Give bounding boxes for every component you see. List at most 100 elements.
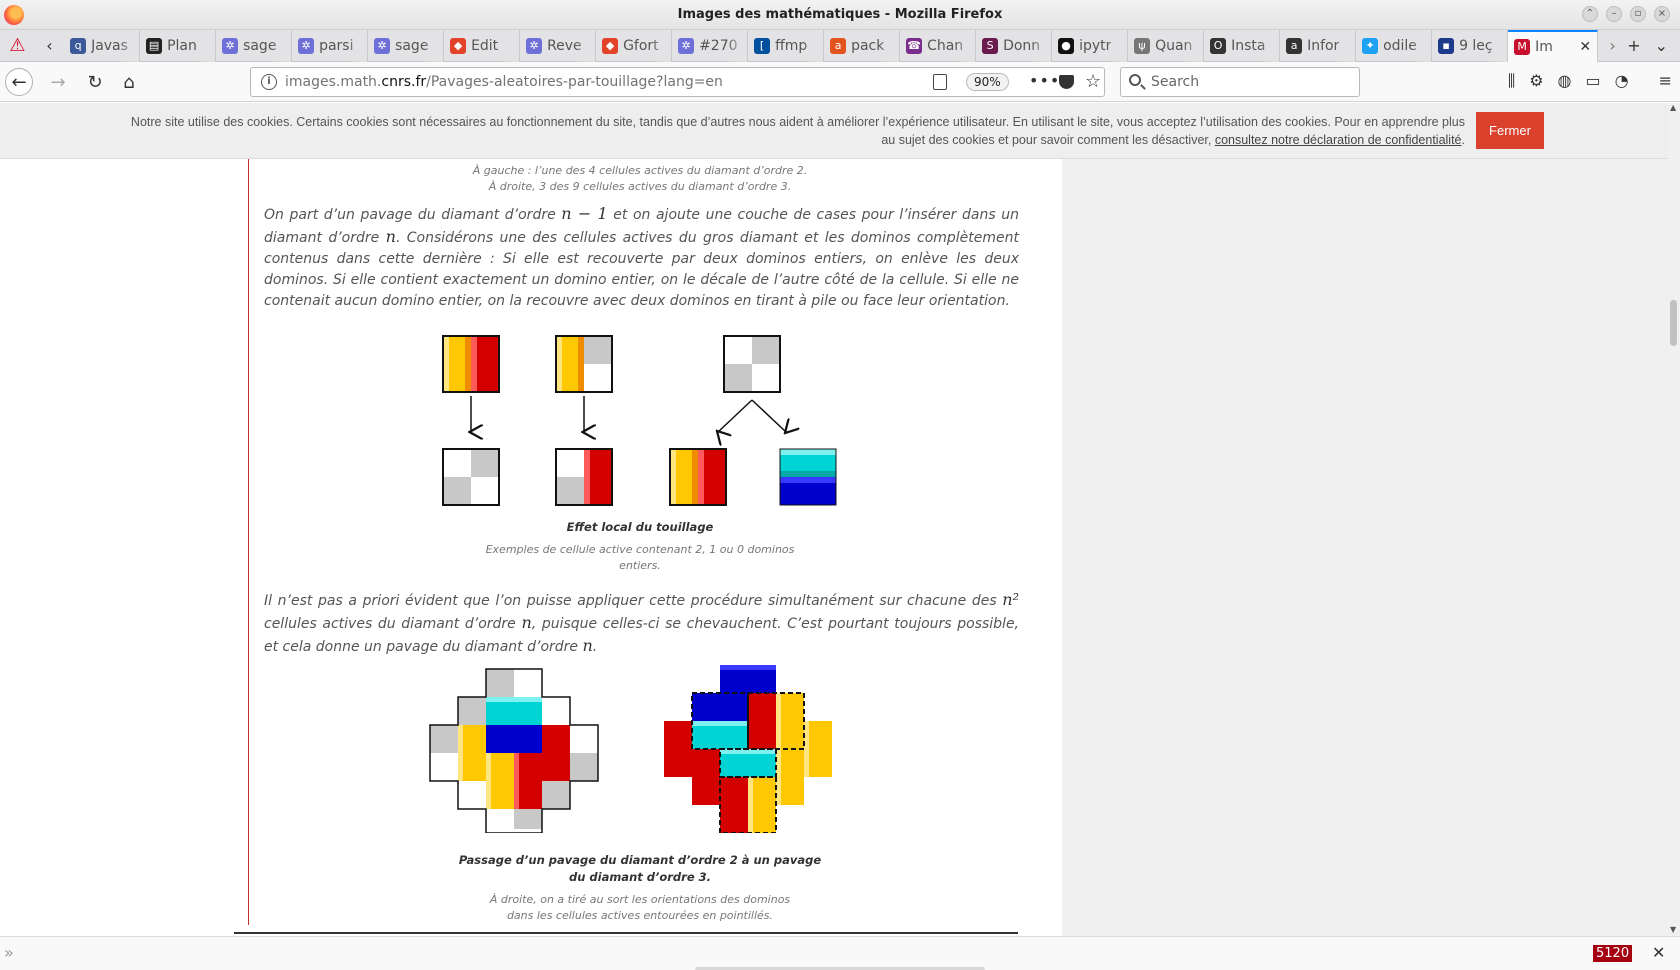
counter-badge: 5120: [1593, 945, 1633, 962]
fork-icon: ψ: [1134, 37, 1151, 54]
hamburger-menu-icon[interactable]: ≡: [1659, 71, 1672, 91]
new-tab-button[interactable]: +: [1627, 36, 1640, 55]
news-icon: ▪: [1438, 37, 1455, 54]
sage-icon: ✲: [222, 37, 239, 54]
zoom-indicator[interactable]: 90%: [966, 73, 1009, 91]
github-icon: ●: [1058, 37, 1075, 54]
scroll-up-arrow-icon[interactable]: ▲: [1670, 103, 1676, 112]
navigation-toolbar: ← → ↻ ⌂ i images.math.cnrs.fr/Pavages-al…: [0, 62, 1680, 102]
cookie-text-line-1: Notre site utilise des cookies. Certains…: [130, 115, 1465, 129]
browser-tab[interactable]: q Javas: [64, 29, 141, 62]
aa-icon: a: [1286, 37, 1303, 54]
close-tab-icon[interactable]: ✕: [1579, 39, 1591, 55]
math-n: n: [582, 636, 593, 655]
o-icon: O: [1210, 37, 1227, 54]
browser-tab[interactable]: ✲ Reve: [520, 29, 597, 62]
tab-label: Plan: [167, 37, 197, 54]
browser-tab[interactable]: ✲ sage: [368, 29, 445, 62]
sidebar-icon[interactable]: ▭: [1586, 71, 1601, 91]
forward-button[interactable]: →: [44, 68, 72, 96]
browser-tab[interactable]: [ffmp: [748, 29, 825, 62]
browser-tab[interactable]: ✲ parsi: [292, 29, 369, 62]
double-chevron-icon[interactable]: »: [4, 943, 14, 962]
sage-icon: ✲: [374, 37, 391, 54]
close-bar-icon[interactable]: ✕: [1652, 943, 1665, 962]
browser-tab[interactable]: ✦ odile: [1356, 29, 1433, 62]
search-box[interactable]: [1120, 67, 1360, 97]
browser-tab[interactable]: a Infor: [1280, 29, 1357, 62]
tab-strip: ⚠ ‹ q Javas ▤ Plan ✲ sage ✲ parsi ✲ sage ◆ Edit ✲ Rev…: [0, 29, 1680, 62]
close-window-button[interactable]: ×: [1654, 6, 1670, 22]
gitlab-icon: ◆: [602, 37, 619, 54]
scroll-up-icon[interactable]: ⌃: [1582, 6, 1598, 22]
tab-label: Chan: [927, 37, 964, 54]
browser-tab[interactable]: ψ Quan: [1128, 29, 1205, 62]
result-empty-cell: [442, 448, 500, 506]
privacy-policy-link[interactable]: consultez notre déclaration de confident…: [1215, 133, 1462, 147]
paragraph-2: Il n’est pas a priori évident que l’on p…: [264, 590, 1020, 655]
browser-tab[interactable]: ▪ 9 leç: [1432, 29, 1509, 62]
browser-tab[interactable]: ● ipytr: [1052, 29, 1129, 62]
paragraph-1: On part d’un pavage du diamant d’ordre n…: [264, 204, 1019, 309]
search-input[interactable]: [1151, 73, 1351, 91]
page-content: À gauche : l’une des 4 cellules actives …: [0, 159, 1668, 936]
scroll-down-arrow-icon[interactable]: ▼: [1670, 925, 1676, 934]
back-button[interactable]: ←: [5, 68, 33, 96]
url-text[interactable]: images.math.cnrs.fr/Pavages-aleatoires-p…: [285, 74, 723, 90]
browser-tab[interactable]: ✲ sage: [216, 29, 293, 62]
tab-label: Im: [1535, 38, 1553, 55]
window-controls: ⌃ – ▫ ×: [1582, 6, 1670, 22]
idm-icon: M: [1514, 38, 1531, 55]
cookie-text: Notre site utilise des cookies. Certains…: [120, 113, 1465, 149]
diamond-order-3: [664, 665, 832, 833]
figure-2-title: Passage d’un pavage du diamant d’ordre 2…: [458, 853, 822, 884]
pocket-icon[interactable]: [1059, 75, 1074, 89]
browser-tab[interactable]: ◆ Gfort: [596, 29, 673, 62]
home-button[interactable]: ⌂: [115, 68, 143, 96]
close-cookie-button[interactable]: Fermer: [1476, 112, 1544, 149]
phone-icon: ☎: [906, 37, 923, 54]
browser-tab[interactable]: ☎ Chan: [900, 29, 977, 62]
top-figure-caption: À gauche : l’une des 4 cellules actives …: [472, 164, 808, 193]
reader-view-icon[interactable]: [933, 74, 947, 90]
math-n-squared: n²: [1002, 590, 1019, 609]
math-n: n: [521, 613, 532, 632]
url-bar[interactable]: i images.math.cnrs.fr/Pavages-aleatoires…: [250, 67, 1105, 97]
scrollbar-thumb[interactable]: [1670, 300, 1677, 346]
tab-list-chevron-icon[interactable]: ⌄: [1655, 36, 1668, 55]
browser-tab[interactable]: M Im ✕: [1508, 29, 1599, 62]
bookmark-star-icon[interactable]: ☆: [1085, 71, 1101, 92]
tab-label: Gfort: [623, 37, 659, 54]
extension-gear-icon[interactable]: ⚙: [1529, 71, 1543, 91]
library-icon[interactable]: ⫼: [1508, 71, 1515, 91]
tab-label: #270: [699, 37, 738, 54]
tabs-scroll-right-icon[interactable]: ›: [1598, 36, 1627, 55]
minimize-button[interactable]: –: [1606, 6, 1622, 22]
tab-label: 9 leç: [1459, 37, 1493, 54]
sage-icon: ✲: [526, 37, 543, 54]
site-info-icon[interactable]: i: [261, 74, 277, 90]
cell-empty: [723, 335, 781, 393]
warning-icon[interactable]: ⚠: [0, 30, 35, 62]
search-icon: [1129, 74, 1141, 86]
document-icon: ▤: [146, 37, 163, 54]
browser-tab[interactable]: ◆ Edit: [444, 29, 521, 62]
tabs-scroll-left-icon[interactable]: ‹: [35, 36, 64, 55]
twitter-icon: ✦: [1362, 37, 1379, 54]
page-actions-icon[interactable]: •••: [1029, 71, 1060, 90]
tab-label: Edit: [471, 37, 499, 54]
tab-label: pack: [851, 37, 885, 54]
browser-tab[interactable]: S Donn: [976, 29, 1053, 62]
vertical-scrollbar[interactable]: ▲ ▼: [1668, 103, 1680, 936]
browser-tab[interactable]: a pack: [824, 29, 901, 62]
bracket-icon: [: [754, 37, 771, 54]
browser-tab[interactable]: ▤ Plan: [140, 29, 217, 62]
browser-tab[interactable]: ✲ #270: [672, 29, 749, 62]
browser-tab[interactable]: O Insta: [1204, 29, 1281, 62]
reload-button[interactable]: ↻: [81, 68, 109, 96]
bottom-bar: » 5120 ✕: [0, 936, 1680, 970]
math-n: n: [385, 227, 396, 246]
globe-icon[interactable]: ◍: [1558, 71, 1572, 91]
sync-icon[interactable]: ◔: [1615, 71, 1629, 91]
maximize-button[interactable]: ▫: [1630, 6, 1646, 22]
